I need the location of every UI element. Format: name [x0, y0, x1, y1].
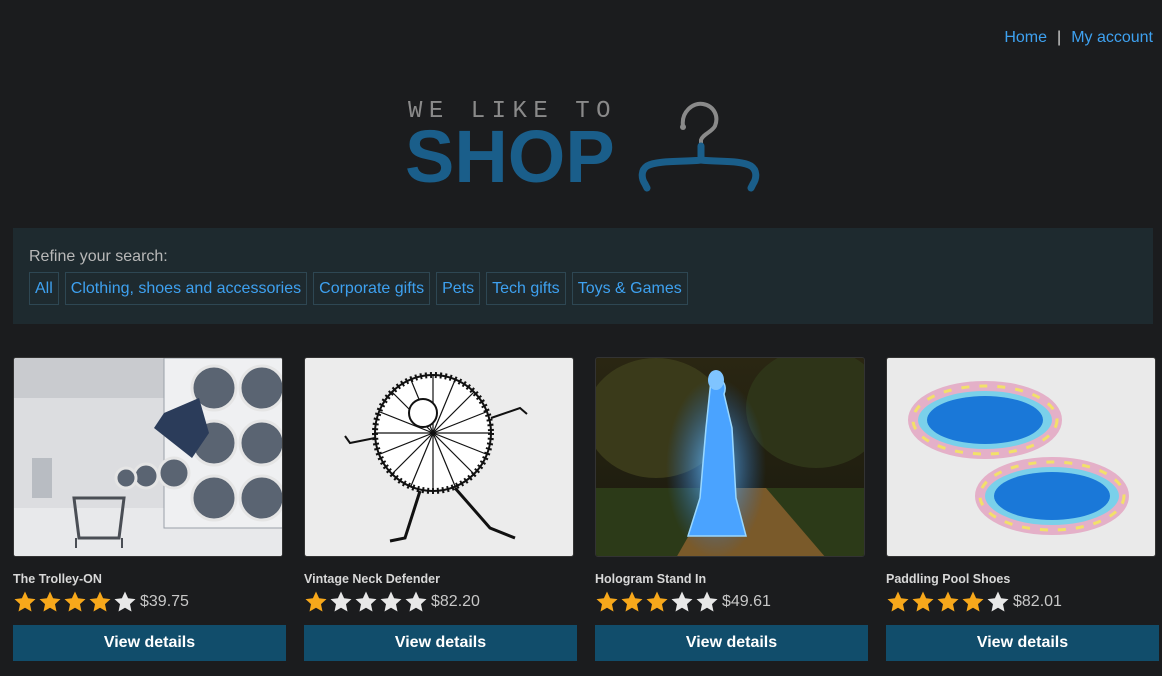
- star-filled-icon: [912, 591, 934, 612]
- product-price: $49.61: [722, 593, 771, 610]
- product-image[interactable]: [595, 357, 865, 557]
- star-filled-icon: [621, 591, 643, 612]
- star-empty-icon: [355, 591, 377, 612]
- star-rating: [595, 590, 719, 614]
- star-rating: [886, 590, 1010, 614]
- product-grid: The Trolley-ON $39.75 View details Vinta…: [13, 357, 1159, 661]
- star-rating: [304, 590, 428, 614]
- star-empty-icon: [671, 591, 693, 612]
- product-name[interactable]: The Trolley-ON: [13, 572, 286, 588]
- my-account-link[interactable]: My account: [1071, 29, 1153, 47]
- view-details-button[interactable]: View details: [304, 625, 577, 661]
- product-price: $82.20: [431, 593, 480, 610]
- star-empty-icon: [696, 591, 718, 612]
- category-filters: All Clothing, shoes and accessories Corp…: [29, 272, 1137, 305]
- filter-toys-games[interactable]: Toys & Games: [571, 272, 688, 305]
- star-empty-icon: [380, 591, 402, 612]
- star-filled-icon: [646, 591, 668, 612]
- view-details-button[interactable]: View details: [886, 625, 1159, 661]
- product-price: $39.75: [140, 593, 189, 610]
- home-link[interactable]: Home: [1004, 29, 1047, 47]
- star-filled-icon: [937, 591, 959, 612]
- filter-tech-gifts[interactable]: Tech gifts: [486, 272, 566, 305]
- nav-separator: |: [1057, 29, 1062, 46]
- product-image[interactable]: [13, 357, 283, 557]
- view-details-button[interactable]: View details: [13, 625, 286, 661]
- star-filled-icon: [39, 591, 61, 612]
- top-nav: Home | My account: [1004, 29, 1153, 47]
- filter-corporate-gifts[interactable]: Corporate gifts: [313, 272, 431, 305]
- product-name[interactable]: Paddling Pool Shoes: [886, 572, 1159, 588]
- refine-search-title: Refine your search:: [29, 248, 168, 265]
- filter-clothing[interactable]: Clothing, shoes and accessories: [64, 272, 308, 305]
- star-filled-icon: [596, 591, 618, 612]
- product-card: Vintage Neck Defender $82.20 View detail…: [304, 357, 577, 661]
- product-card: The Trolley-ON $39.75 View details: [13, 357, 286, 661]
- site-logo[interactable]: WE LIKE TO SHOP: [405, 96, 765, 196]
- star-empty-icon: [987, 591, 1009, 612]
- filter-all[interactable]: All: [29, 272, 59, 305]
- product-price: $82.01: [1013, 593, 1062, 610]
- star-empty-icon: [330, 591, 352, 612]
- filter-pets[interactable]: Pets: [436, 272, 481, 305]
- star-filled-icon: [64, 591, 86, 612]
- star-filled-icon: [305, 591, 327, 612]
- refine-search-panel: Refine your search: All Clothing, shoes …: [13, 228, 1153, 324]
- product-card: Paddling Pool Shoes $82.01 View details: [886, 357, 1159, 661]
- view-details-button[interactable]: View details: [595, 625, 868, 661]
- product-name[interactable]: Hologram Stand In: [595, 572, 868, 588]
- hanger-icon: [638, 101, 760, 192]
- product-image[interactable]: [304, 357, 574, 557]
- product-card: Hologram Stand In $49.61 View details: [595, 357, 868, 661]
- star-filled-icon: [887, 591, 909, 612]
- star-rating: [13, 590, 137, 614]
- product-image[interactable]: [886, 357, 1156, 557]
- product-name[interactable]: Vintage Neck Defender: [304, 572, 577, 588]
- star-filled-icon: [14, 591, 36, 612]
- logo-word: SHOP: [405, 115, 615, 198]
- star-empty-icon: [405, 591, 427, 612]
- star-empty-icon: [114, 591, 136, 612]
- star-filled-icon: [89, 591, 111, 612]
- star-filled-icon: [962, 591, 984, 612]
